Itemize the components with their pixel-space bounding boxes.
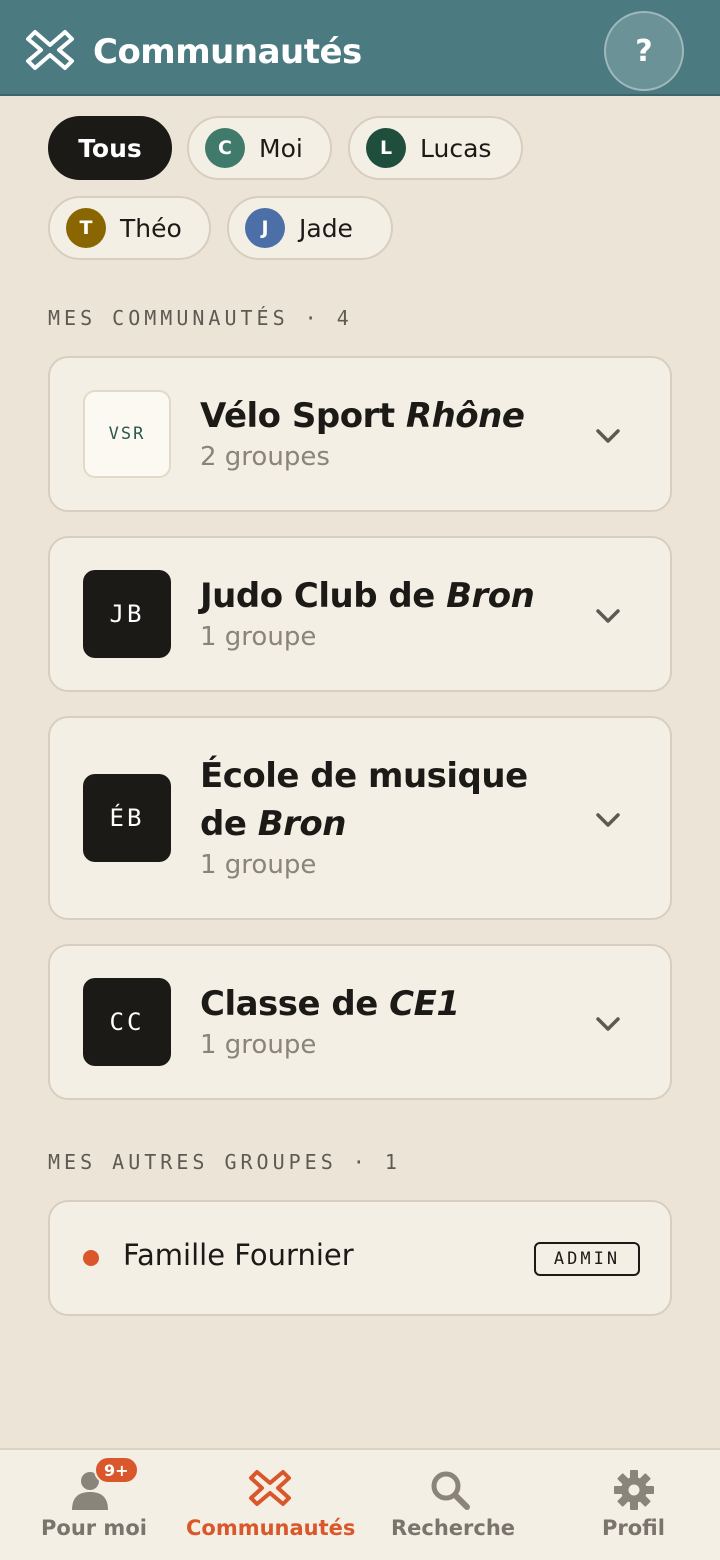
communities-section-label: MES COMMUNAUTÉS · 4: [48, 306, 353, 330]
nav-item-recherche[interactable]: Recherche: [360, 1450, 540, 1560]
filter-chip-theo[interactable]: T Théo: [48, 196, 211, 260]
avatar: T: [66, 208, 106, 248]
filter-chip-all[interactable]: Tous: [48, 116, 172, 180]
community-badge: VSR: [83, 390, 171, 478]
app-header: Communautés ?: [0, 0, 720, 96]
nav-label: Communautés: [186, 1516, 356, 1540]
filter-chip-label: Tous: [78, 133, 142, 163]
community-title: Classe de CE1: [200, 984, 460, 1024]
community-subtitle: 2 groupes: [200, 442, 330, 472]
avatar: L: [366, 128, 406, 168]
chevron-down-icon[interactable]: [594, 810, 622, 830]
filter-chip-moi[interactable]: C Moi: [187, 116, 332, 180]
avatar: C: [205, 128, 245, 168]
community-badge: JB: [83, 570, 171, 658]
community-subtitle: 1 groupe: [200, 622, 317, 652]
avatar: J: [245, 208, 285, 248]
community-card[interactable]: CC Classe de CE1 1 groupe: [48, 944, 672, 1100]
community-title: Judo Club de Bron: [200, 576, 535, 616]
community-subtitle: 1 groupe: [200, 850, 317, 880]
group-name: Famille Fournier: [123, 1238, 354, 1272]
community-card[interactable]: VSR Vélo Sport Rhône 2 groupes: [48, 356, 672, 512]
community-subtitle: 1 groupe: [200, 1030, 317, 1060]
community-title: École de musique de Bron: [200, 756, 528, 844]
nav-item-pour-moi[interactable]: 9+ Pour moi: [0, 1450, 180, 1560]
filter-chip-jade[interactable]: J Jade: [227, 196, 393, 260]
page-title: Communautés: [93, 32, 362, 72]
community-card[interactable]: ÉB École de musique de Bron 1 groupe: [48, 716, 672, 920]
search-icon: [431, 1471, 470, 1510]
communities-icon: [249, 1470, 291, 1506]
chevron-down-icon[interactable]: [594, 1014, 622, 1034]
community-badge: CC: [83, 978, 171, 1066]
nav-label: Profil: [602, 1516, 665, 1540]
nav-label: Pour moi: [41, 1516, 147, 1540]
community-badge: ÉB: [83, 774, 171, 862]
notification-badge: 9+: [94, 1456, 139, 1484]
nav-label: Recherche: [391, 1516, 516, 1540]
help-button[interactable]: ?: [604, 11, 684, 91]
nav-item-communautes[interactable]: Communautés: [180, 1450, 360, 1560]
group-card[interactable]: Famille Fournier ADMIN: [48, 1200, 672, 1316]
nav-item-profil[interactable]: Profil: [540, 1450, 720, 1560]
bottom-nav: 9+ Pour moi Communautés Recherche Profil: [0, 1448, 720, 1560]
community-title: Vélo Sport Rhône: [200, 396, 525, 436]
chevron-down-icon[interactable]: [594, 426, 622, 446]
filter-chip-label: Moi: [259, 133, 303, 163]
community-card[interactable]: JB Judo Club de Bron 1 groupe: [48, 536, 672, 692]
other-groups-section-label: MES AUTRES GROUPES · 1: [48, 1150, 401, 1174]
gear-icon: [614, 1470, 654, 1510]
status-dot: [83, 1250, 99, 1266]
app-logo-icon: [26, 30, 74, 70]
role-badge: ADMIN: [534, 1242, 640, 1276]
filter-chip-label: Lucas: [420, 133, 492, 163]
filter-chip-lucas[interactable]: L Lucas: [348, 116, 523, 180]
chevron-down-icon[interactable]: [594, 606, 622, 626]
filter-chip-label: Théo: [120, 213, 182, 243]
filter-chip-label: Jade: [299, 213, 353, 243]
